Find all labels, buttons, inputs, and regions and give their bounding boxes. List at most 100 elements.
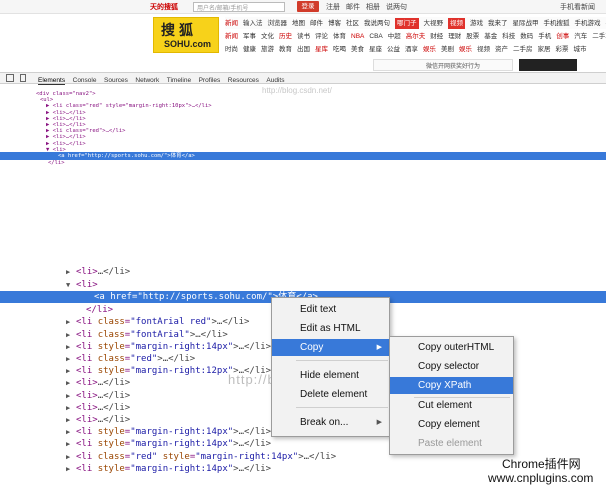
sohu-nav-link[interactable]: 星际战甲 [513,18,539,29]
menu-item-copy-outerhtml[interactable]: Copy outerHTML [390,339,513,356]
topbar-link[interactable]: 注册 [326,2,340,12]
menu-item-hide-element[interactable]: Hide element [272,367,389,384]
sohu-nav-link[interactable]: 游戏 [470,18,483,29]
menu-item-copy-xpath[interactable]: Copy XPath [390,377,513,394]
sohu-nav-link[interactable]: 体育 [333,31,346,42]
sohu-nav-link[interactable]: 视频 [448,18,465,29]
sohu-nav-link[interactable]: 酒享 [405,44,418,55]
sohu-nav-link[interactable]: 评论 [315,31,328,42]
sohu-nav-link[interactable]: 大视野 [424,18,444,29]
expand-triangle-icon[interactable]: ▶ [66,438,76,450]
topbar-brand[interactable]: 天的搜狐 [150,2,178,12]
sohu-nav-link[interactable]: 地图 [292,18,305,29]
sohu-nav-link[interactable]: 哪门子 [395,18,419,29]
collapse-triangle-icon[interactable]: ▼ [66,279,76,291]
expand-triangle-icon[interactable]: ▶ [66,353,76,365]
menu-item-copy-element[interactable]: Copy element [390,416,513,433]
expand-triangle-icon[interactable]: ▶ [66,341,76,353]
sohu-nav-link[interactable]: 星座 [369,44,382,55]
sohu-nav-link[interactable]: 理财 [448,31,461,42]
tab-elements[interactable]: Elements [38,77,66,85]
expand-triangle-icon[interactable]: ▶ [66,402,76,414]
tab-audits[interactable]: Audits [266,77,284,84]
inspect-element-icon[interactable] [6,74,14,82]
sohu-nav-link[interactable]: 资产 [495,44,508,55]
expand-triangle-icon[interactable]: ▶ [66,463,76,475]
sohu-nav-link[interactable]: 美剧 [441,44,454,55]
device-mode-icon[interactable] [20,74,26,82]
tab-timeline[interactable]: Timeline [167,77,191,84]
sohu-nav-link[interactable]: 军事 [243,31,256,42]
sohu-nav-link[interactable]: 娱乐 [459,44,472,55]
sohu-nav-link[interactable]: 我说两句 [364,18,390,29]
topbar-link[interactable]: 相册 [366,2,380,12]
expand-triangle-icon[interactable]: ▶ [66,426,76,438]
sohu-nav-link[interactable]: 星库 [315,44,328,55]
sohu-nav-link[interactable]: 二手车 [592,31,606,42]
tab-profiles[interactable]: Profiles [199,77,221,84]
sohu-nav-link[interactable]: 科技 [502,31,515,42]
expand-triangle-icon[interactable]: ▶ [66,390,76,402]
expand-triangle-icon[interactable]: ▶ [66,316,76,328]
sohu-nav-link[interactable]: 健康 [243,44,256,55]
sohu-nav-link[interactable]: 教育 [279,44,292,55]
tab-network[interactable]: Network [135,77,159,84]
topbar-search-input[interactable]: 用户名/邮箱/手机号 [193,2,285,12]
topbar-link[interactable]: 邮件 [346,2,360,12]
topbar-link[interactable]: 说两句 [386,2,407,12]
sohu-nav-link[interactable]: 基金 [484,31,497,42]
expand-triangle-icon[interactable]: ▶ [66,365,76,377]
sohu-nav-link[interactable]: 彩票 [556,44,569,55]
sohu-nav-link[interactable]: 读书 [297,31,310,42]
sohu-nav-link[interactable]: 吃喝 [333,44,346,55]
sohu-nav-link[interactable]: 出国 [297,44,310,55]
sohu-nav-link[interactable]: 浏览器 [268,18,288,29]
sohu-nav-link[interactable]: 手机搜狐 [544,18,570,29]
sohu-nav-link[interactable]: 汽车 [574,31,587,42]
sohu-nav-link[interactable]: NBA [351,31,364,42]
expand-triangle-icon[interactable]: ▶ [66,377,76,389]
sohu-nav-link[interactable]: 博客 [328,18,341,29]
element-tree-row[interactable]: ▼ <li> [0,279,606,291]
menu-item-delete-element[interactable]: Delete element [272,386,389,403]
ad-banner[interactable]: 微信开网获奖好行为 [373,59,513,71]
sohu-nav-link[interactable]: 股票 [466,31,479,42]
sohu-nav-link[interactable]: 历史 [279,31,292,42]
sohu-nav-link[interactable]: 新闻 [225,31,238,42]
sohu-nav-link[interactable]: 娱乐 [423,44,436,55]
sohu-nav-link[interactable]: 新闻 [225,18,238,29]
sohu-nav-link[interactable]: 财经 [430,31,443,42]
topbar-login-button[interactable]: 登录 [297,1,319,12]
sohu-nav-link[interactable]: 邮件 [310,18,323,29]
sohu-nav-link[interactable]: 手机 [538,31,551,42]
expand-triangle-icon[interactable]: ▶ [66,329,76,341]
sohu-nav-link[interactable]: 文化 [261,31,274,42]
sohu-nav-link[interactable]: 手机游戏 [575,18,601,29]
element-tree-row[interactable]: ▶ <li>…</li> [0,266,606,278]
sohu-nav-link[interactable]: 家居 [538,44,551,55]
sohu-nav-link[interactable]: 时尚 [225,44,238,55]
sohu-logo[interactable]: 搜狐 SOHU.com [153,17,219,53]
menu-item-copy[interactable]: Copy ▶ [272,339,389,356]
sohu-nav-link[interactable]: 美食 [351,44,364,55]
sohu-nav-link[interactable]: 旅游 [261,44,274,55]
sohu-nav-link[interactable]: 我来了 [488,18,508,29]
expand-triangle-icon[interactable]: ▶ [66,266,76,278]
sohu-nav-link[interactable]: 社区 [346,18,359,29]
tab-resources[interactable]: Resources [228,77,259,84]
sohu-nav-link[interactable]: 中超 [388,31,401,42]
expand-triangle-icon[interactable]: ▶ [66,451,76,463]
sohu-nav-link[interactable]: 高尔夫 [406,31,426,42]
sohu-nav-link[interactable]: CBA [369,31,382,42]
menu-item-copy-selector[interactable]: Copy selector [390,358,513,375]
menu-item-break-on[interactable]: Break on... ▶ [272,414,389,431]
sohu-nav-link[interactable]: 公益 [387,44,400,55]
menu-item-edit-text[interactable]: Edit text [272,301,389,318]
sohu-nav-link[interactable]: 输入法 [243,18,263,29]
sohu-nav-link[interactable]: 城市 [574,44,587,55]
topbar-mobile-link[interactable]: 手机看新闻 [560,2,595,12]
sohu-nav-link[interactable]: 二手房 [513,44,533,55]
small-line[interactable]: </li> [48,160,65,167]
ad-image[interactable] [519,59,577,71]
tab-sources[interactable]: Sources [104,77,128,84]
